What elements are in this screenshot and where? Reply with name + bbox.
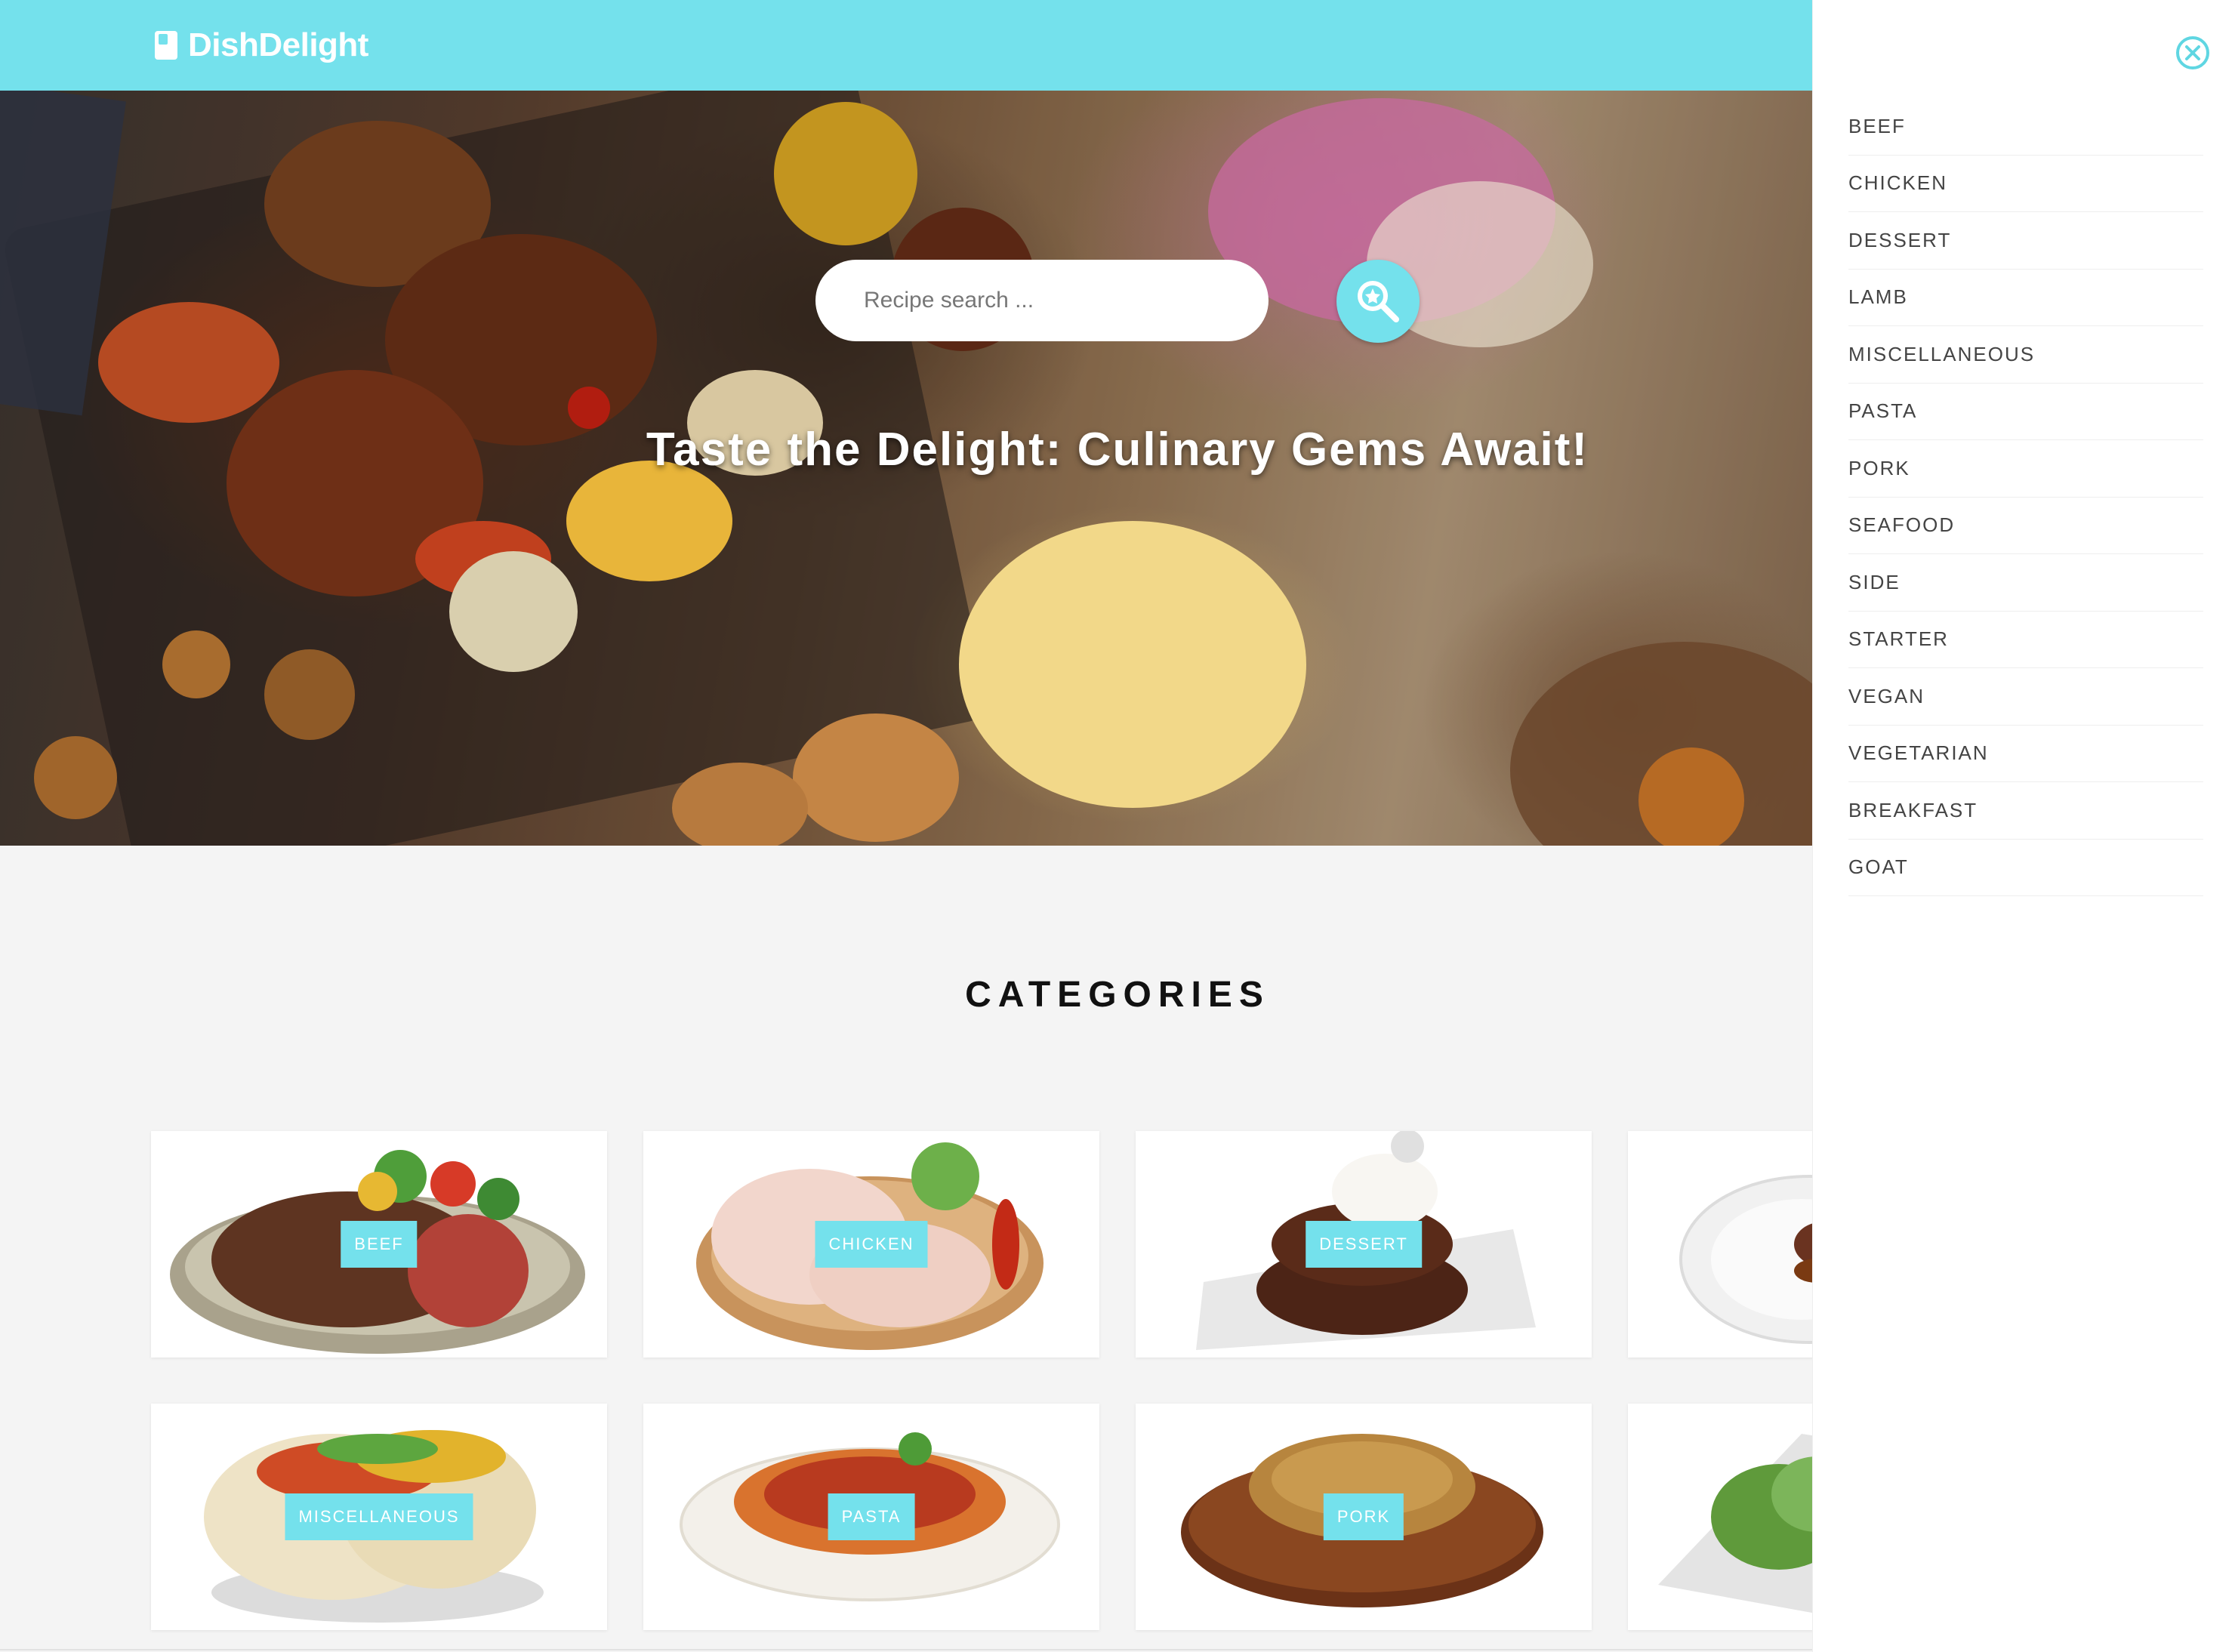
top-header: DishDelight bbox=[0, 0, 1812, 91]
menu-item-goat[interactable]: GOAT bbox=[1848, 840, 2203, 896]
menu-item-breakfast[interactable]: BREAKFAST bbox=[1848, 782, 2203, 840]
category-menu: BEEF CHICKEN DESSERT LAMB MISCELLANEOUS … bbox=[1848, 98, 2203, 896]
book-icon bbox=[155, 31, 177, 60]
category-label[interactable]: CHICKEN bbox=[815, 1221, 928, 1268]
category-card-dessert[interactable]: DESSERT bbox=[1136, 1131, 1592, 1358]
brand-logo[interactable]: DishDelight bbox=[155, 23, 368, 68]
brand-name: DishDelight bbox=[188, 26, 368, 63]
menu-item-pasta[interactable]: PASTA bbox=[1848, 384, 2203, 440]
category-label[interactable]: MISCELLANEOUS bbox=[285, 1493, 473, 1540]
menu-item-miscellaneous[interactable]: MISCELLANEOUS bbox=[1848, 326, 2203, 384]
menu-item-beef[interactable]: BEEF bbox=[1848, 98, 2203, 156]
menu-item-dessert[interactable]: DESSERT bbox=[1848, 212, 2203, 270]
menu-item-lamb[interactable]: LAMB bbox=[1848, 270, 2203, 326]
menu-item-pork[interactable]: PORK bbox=[1848, 440, 2203, 498]
category-label[interactable]: PASTA bbox=[828, 1493, 915, 1540]
divider bbox=[0, 1649, 1812, 1650]
menu-item-starter[interactable]: STARTER bbox=[1848, 612, 2203, 668]
menu-item-vegan[interactable]: VEGAN bbox=[1848, 668, 2203, 726]
category-card-pork[interactable]: PORK bbox=[1136, 1404, 1592, 1630]
category-card-chicken[interactable]: CHICKEN bbox=[643, 1131, 1099, 1358]
category-label[interactable]: DESSERT bbox=[1306, 1221, 1422, 1268]
close-button[interactable] bbox=[2175, 35, 2211, 71]
menu-item-chicken[interactable]: CHICKEN bbox=[1848, 156, 2203, 212]
category-card-miscellaneous[interactable]: MISCELLANEOUS bbox=[151, 1404, 607, 1630]
category-card-pasta[interactable]: PASTA bbox=[643, 1404, 1099, 1630]
menu-item-vegetarian[interactable]: VEGETARIAN bbox=[1848, 726, 2203, 782]
category-label[interactable]: BEEF bbox=[341, 1221, 418, 1268]
recipe-search-input[interactable] bbox=[815, 260, 1269, 341]
close-icon bbox=[2176, 36, 2209, 69]
menu-item-seafood[interactable]: SEAFOOD bbox=[1848, 498, 2203, 554]
search-icon bbox=[1358, 281, 1399, 322]
search-button[interactable] bbox=[1336, 260, 1420, 343]
menu-item-side[interactable]: SIDE bbox=[1848, 554, 2203, 612]
category-label[interactable]: PORK bbox=[1323, 1493, 1404, 1540]
category-card-beef[interactable]: BEEF bbox=[151, 1131, 607, 1358]
